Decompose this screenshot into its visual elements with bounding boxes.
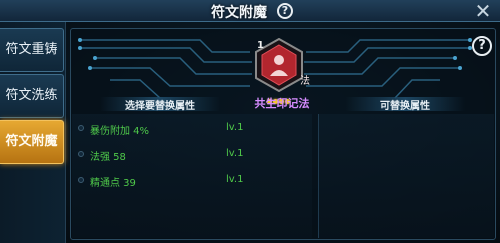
attribute-name: 精通点 39: [90, 178, 136, 189]
attribute-name: 法强 58: [90, 152, 126, 163]
attribute-level: lv.1: [226, 122, 244, 133]
attribute-radio[interactable]: [78, 125, 84, 131]
emblem-type: 法: [300, 76, 310, 87]
attribute-row[interactable]: 精通点 39 lv.1: [78, 172, 310, 190]
content-help-icon[interactable]: ?: [472, 36, 492, 56]
attribute-level: lv.1: [226, 174, 244, 185]
rune-enchant-window: 符文附魔 ? ✕ 符文重铸 符文洗练 符文附魔 ? 1 法 共生印记法 选择要替…: [0, 0, 500, 243]
emblem-level: 1: [257, 40, 264, 51]
attribute-radio[interactable]: [78, 151, 84, 157]
replaceable-attribute-header: 可替换属性: [345, 97, 465, 112]
emblem-name: 共生印记法: [254, 97, 310, 110]
attribute-row[interactable]: 法强 58 lv.1: [78, 146, 310, 164]
attribute-level: lv.1: [226, 148, 244, 159]
attribute-radio[interactable]: [78, 177, 84, 183]
attribute-row[interactable]: 暴伤附加 4% lv.1: [78, 120, 310, 138]
replaceable-attributes-panel: [318, 114, 494, 238]
select-attribute-header: 选择要替换属性: [100, 97, 220, 112]
attribute-name: 暴伤附加 4%: [90, 126, 150, 137]
